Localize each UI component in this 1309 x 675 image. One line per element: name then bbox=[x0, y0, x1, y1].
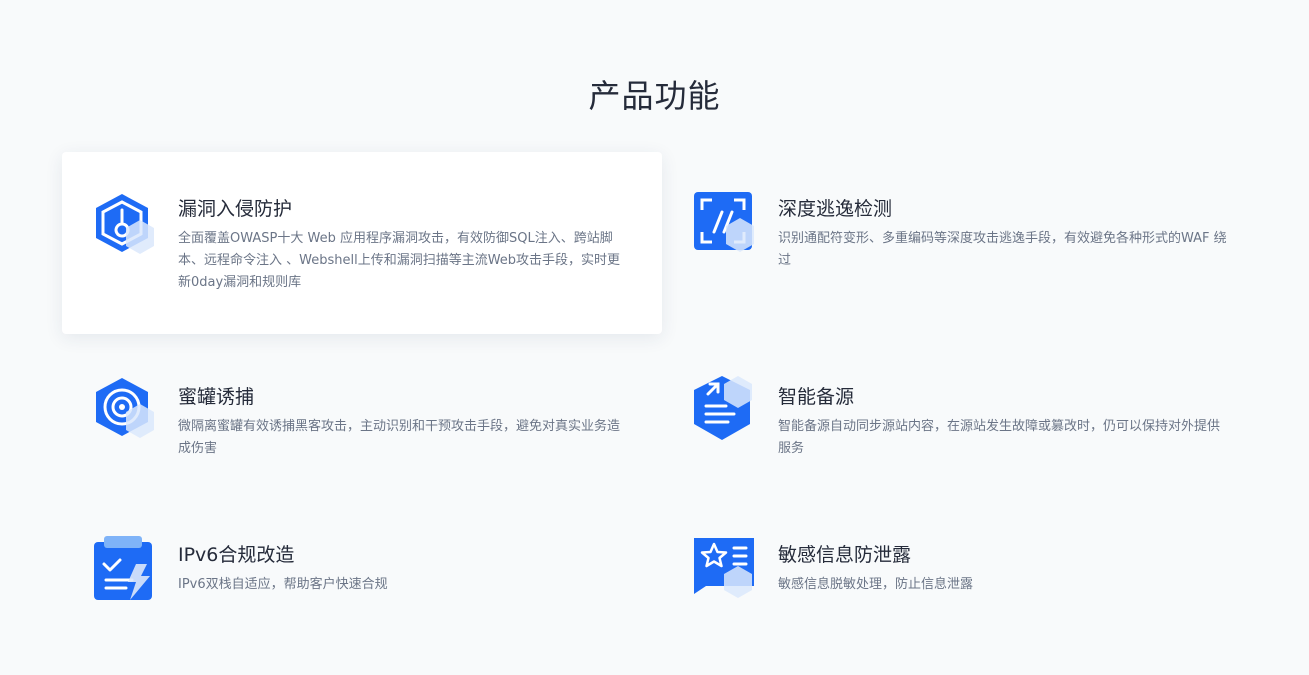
feature-description: 全面覆盖OWASP十大 Web 应用程序漏洞攻击，有效防御SQL注入、跨站脚本、… bbox=[178, 231, 621, 290]
feature-card-honeypot[interactable]: 蜜罐诱捕 微隔离蜜罐有效诱捕黑客攻击，主动识别和干预攻击手段，避免对真实业务造成… bbox=[62, 340, 662, 490]
feature-description: IPv6双栈自适应，帮助客户快速合规 bbox=[178, 577, 388, 592]
target-icon bbox=[92, 376, 158, 442]
feature-description: 智能备源自动同步源站内容，在源站发生故障或篡改时，仍可以保持对外提供服务 bbox=[778, 419, 1221, 456]
feature-card-vuln-protection[interactable]: 漏洞入侵防护 全面覆盖OWASP十大 Web 应用程序漏洞攻击，有效防御SQL注… bbox=[62, 152, 662, 334]
feature-card-data-leak-prevention[interactable]: 敏感信息防泄露 敏感信息脱敏处理，防止信息泄露 bbox=[662, 500, 1262, 630]
document-icon bbox=[692, 374, 758, 440]
feature-description: 敏感信息脱敏处理，防止信息泄露 bbox=[778, 577, 974, 592]
feature-description: 微隔离蜜罐有效诱捕黑客攻击，主动识别和干预攻击手段，避免对真实业务造成伤害 bbox=[178, 419, 621, 456]
section-title: 产品功能 bbox=[588, 77, 721, 115]
shield-icon bbox=[92, 192, 158, 258]
feature-description: 识别通配符变形、多重编码等深度攻击逃逸手段，有效避免各种形式的WAF 绕过 bbox=[778, 231, 1227, 268]
feature-title: 智能备源 bbox=[778, 386, 855, 408]
clipboard-check-icon bbox=[92, 536, 158, 602]
feature-title: IPv6合规改造 bbox=[178, 544, 295, 566]
feature-card-ipv6[interactable]: IPv6合规改造 IPv6双栈自适应，帮助客户快速合规 bbox=[62, 500, 662, 630]
feature-card-evasion-detection[interactable]: 深度逃逸检测 识别通配符变形、多重编码等深度攻击逃逸手段，有效避免各种形式的WA… bbox=[662, 152, 1262, 334]
scan-icon bbox=[692, 190, 758, 256]
feature-title: 蜜罐诱捕 bbox=[178, 386, 255, 408]
feature-title: 敏感信息防泄露 bbox=[778, 544, 912, 566]
feature-title: 漏洞入侵防护 bbox=[178, 198, 293, 220]
feature-card-smart-backup[interactable]: 智能备源 智能备源自动同步源站内容，在源站发生故障或篡改时，仍可以保持对外提供服… bbox=[662, 340, 1262, 490]
star-chat-icon bbox=[692, 536, 758, 602]
feature-title: 深度逃逸检测 bbox=[778, 198, 893, 220]
